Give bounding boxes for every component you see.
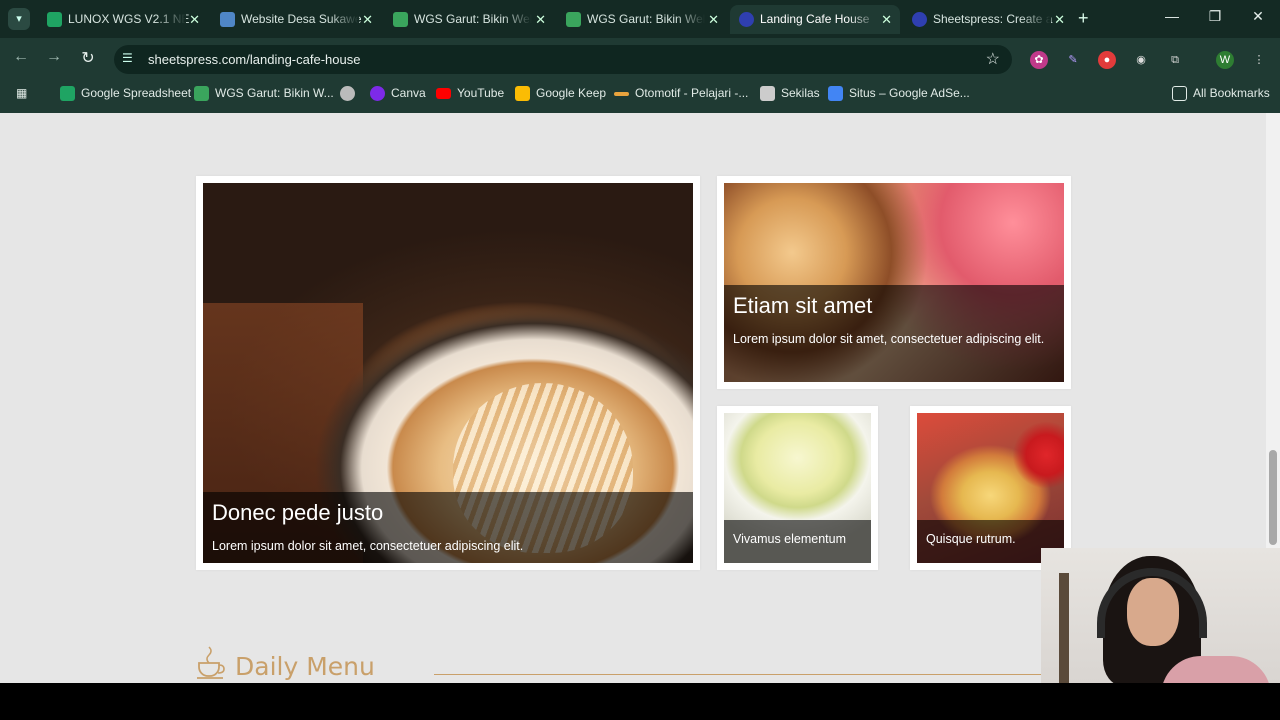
section-divider <box>434 674 1054 675</box>
bookmark-otomotif[interactable]: Otomotif - Pelajari -... <box>614 86 748 100</box>
sheetspress-favicon-icon <box>739 12 754 27</box>
close-tab-icon[interactable]: ✕ <box>189 5 200 34</box>
close-window-icon[interactable]: ✕ <box>1248 8 1268 25</box>
menu-kebab-icon[interactable]: ⋮ <box>1250 51 1268 69</box>
caption-text: Lorem ipsum dolor sit amet, consectetuer… <box>212 539 524 553</box>
tab-lunox[interactable]: LUNOX WGS V2.1 NE ✕ <box>38 5 208 34</box>
sheetspress-favicon-icon <box>912 12 927 27</box>
globe-icon <box>340 86 355 101</box>
tab-search-button[interactable]: ▾ <box>8 8 30 30</box>
pastry-image: Etiam sit amet Lorem ipsum dolor sit ame… <box>724 183 1064 382</box>
close-tab-icon[interactable]: ✕ <box>708 5 719 34</box>
caption-text: Lorem ipsum dolor sit amet, consectetuer… <box>733 332 1045 346</box>
bookmarks-bar: ▦ Google Spreadsheet WGS Garut: Bikin W.… <box>0 80 1280 108</box>
pen-extension-icon[interactable]: ✎ <box>1064 51 1082 69</box>
tab-wgs-garut-1[interactable]: WGS Garut: Bikin Wel ✕ <box>384 5 554 34</box>
pokeball-extension-icon[interactable]: ● <box>1098 51 1116 69</box>
bookmark-google-keep[interactable]: Google Keep <box>515 86 606 101</box>
close-tab-icon[interactable]: ✕ <box>881 5 892 34</box>
close-tab-icon[interactable]: ✕ <box>362 5 373 34</box>
caption-label: Quisque rutrum. <box>926 532 1016 546</box>
caption-label: Vivamus elementum <box>733 532 847 546</box>
browser-chrome: ▾ LUNOX WGS V2.1 NE ✕ Website Desa Sukaw… <box>0 0 1280 113</box>
site-favicon-icon <box>220 12 235 27</box>
pasta-salad-image: Quisque rutrum. <box>917 413 1064 563</box>
section-title: Daily Menu <box>235 652 375 681</box>
profile-avatar[interactable]: W <box>1216 51 1234 69</box>
tab-website-desa[interactable]: Website Desa Sukawe ✕ <box>211 5 381 34</box>
coffee-latte-image: Donec pede justo Lorem ipsum dolor sit a… <box>203 183 693 563</box>
tab-sheetspress-create[interactable]: Sheetspress: Create a ✕ <box>903 5 1073 34</box>
wgs-icon <box>194 86 209 101</box>
wgs-favicon-icon <box>393 12 408 27</box>
folder-icon <box>1172 86 1187 101</box>
sheets-icon <box>60 86 75 101</box>
forward-arrow-icon[interactable]: → <box>43 48 65 66</box>
all-bookmarks-button[interactable]: All Bookmarks <box>1172 86 1270 101</box>
webcam-overlay-image <box>1041 548 1280 683</box>
pen-icon <box>614 92 629 96</box>
close-tab-icon[interactable]: ✕ <box>1054 5 1065 34</box>
bookmark-sekilas[interactable]: Sekilas <box>760 86 820 101</box>
gallery-card-small-left[interactable]: Vivamus elementum <box>717 406 878 570</box>
tab-strip: ▾ LUNOX WGS V2.1 NE ✕ Website Desa Sukaw… <box>0 0 1280 38</box>
gallery-card-top-right[interactable]: Etiam sit amet Lorem ipsum dolor sit ame… <box>717 176 1071 389</box>
wgs-favicon-icon <box>566 12 581 27</box>
bookmark-youtube[interactable]: YouTube <box>436 86 504 100</box>
site-settings-icon[interactable]: ☰ <box>122 51 133 65</box>
bookmark-wgs-garut[interactable]: WGS Garut: Bikin W... <box>194 86 334 101</box>
camera-extension-icon[interactable]: ◉ <box>1132 51 1150 69</box>
image-caption: Donec pede justo Lorem ipsum dolor sit a… <box>203 492 693 563</box>
extensions-puzzle-icon[interactable]: ⧉ <box>1166 51 1184 69</box>
restore-icon[interactable]: ❐ <box>1205 8 1225 25</box>
close-tab-icon[interactable]: ✕ <box>535 5 546 34</box>
lemon-slice-image: Vivamus elementum <box>724 413 871 563</box>
tab-wgs-garut-2[interactable]: WGS Garut: Bikin Wel ✕ <box>557 5 727 34</box>
car-icon <box>760 86 775 101</box>
gallery-card-small-right[interactable]: Quisque rutrum. <box>910 406 1071 570</box>
new-tab-plus-icon[interactable]: + <box>1078 8 1089 29</box>
keep-icon <box>515 86 530 101</box>
sheets-favicon-icon <box>47 12 62 27</box>
bookmark-adsense[interactable]: Situs – Google AdSe... <box>828 86 970 101</box>
back-arrow-icon[interactable]: ← <box>10 48 32 66</box>
url-text[interactable]: sheetspress.com/landing-cafe-house <box>148 52 360 67</box>
extension-icon[interactable]: ✿ <box>1030 51 1048 69</box>
scrollbar-thumb[interactable] <box>1269 450 1277 545</box>
adsense-icon <box>828 86 843 101</box>
image-caption: Etiam sit amet Lorem ipsum dolor sit ame… <box>724 285 1064 382</box>
coffee-cup-icon <box>197 646 225 679</box>
caption-title: Etiam sit amet <box>733 293 873 318</box>
canva-icon <box>370 86 385 101</box>
caption-title: Donec pede justo <box>212 500 384 525</box>
tab-landing-cafe-house[interactable]: Landing Cafe House ✕ <box>730 5 900 34</box>
address-bar[interactable]: ☰ sheetspress.com/landing-cafe-house ☆ <box>114 45 1012 74</box>
bookmark-star-icon[interactable]: ☆ <box>986 49 1000 69</box>
bookmark-canva[interactable]: Canva <box>370 86 426 101</box>
image-caption: Vivamus elementum <box>724 520 871 563</box>
minimize-icon[interactable]: — <box>1162 8 1182 24</box>
bookmark-google-spreadsheet[interactable]: Google Spreadsheet <box>60 86 191 101</box>
youtube-icon <box>436 88 451 99</box>
reload-icon[interactable]: ↻ <box>77 48 99 68</box>
apps-grid-icon[interactable]: ▦ <box>16 86 27 100</box>
gallery-card-main[interactable]: Donec pede justo Lorem ipsum dolor sit a… <box>196 176 700 570</box>
